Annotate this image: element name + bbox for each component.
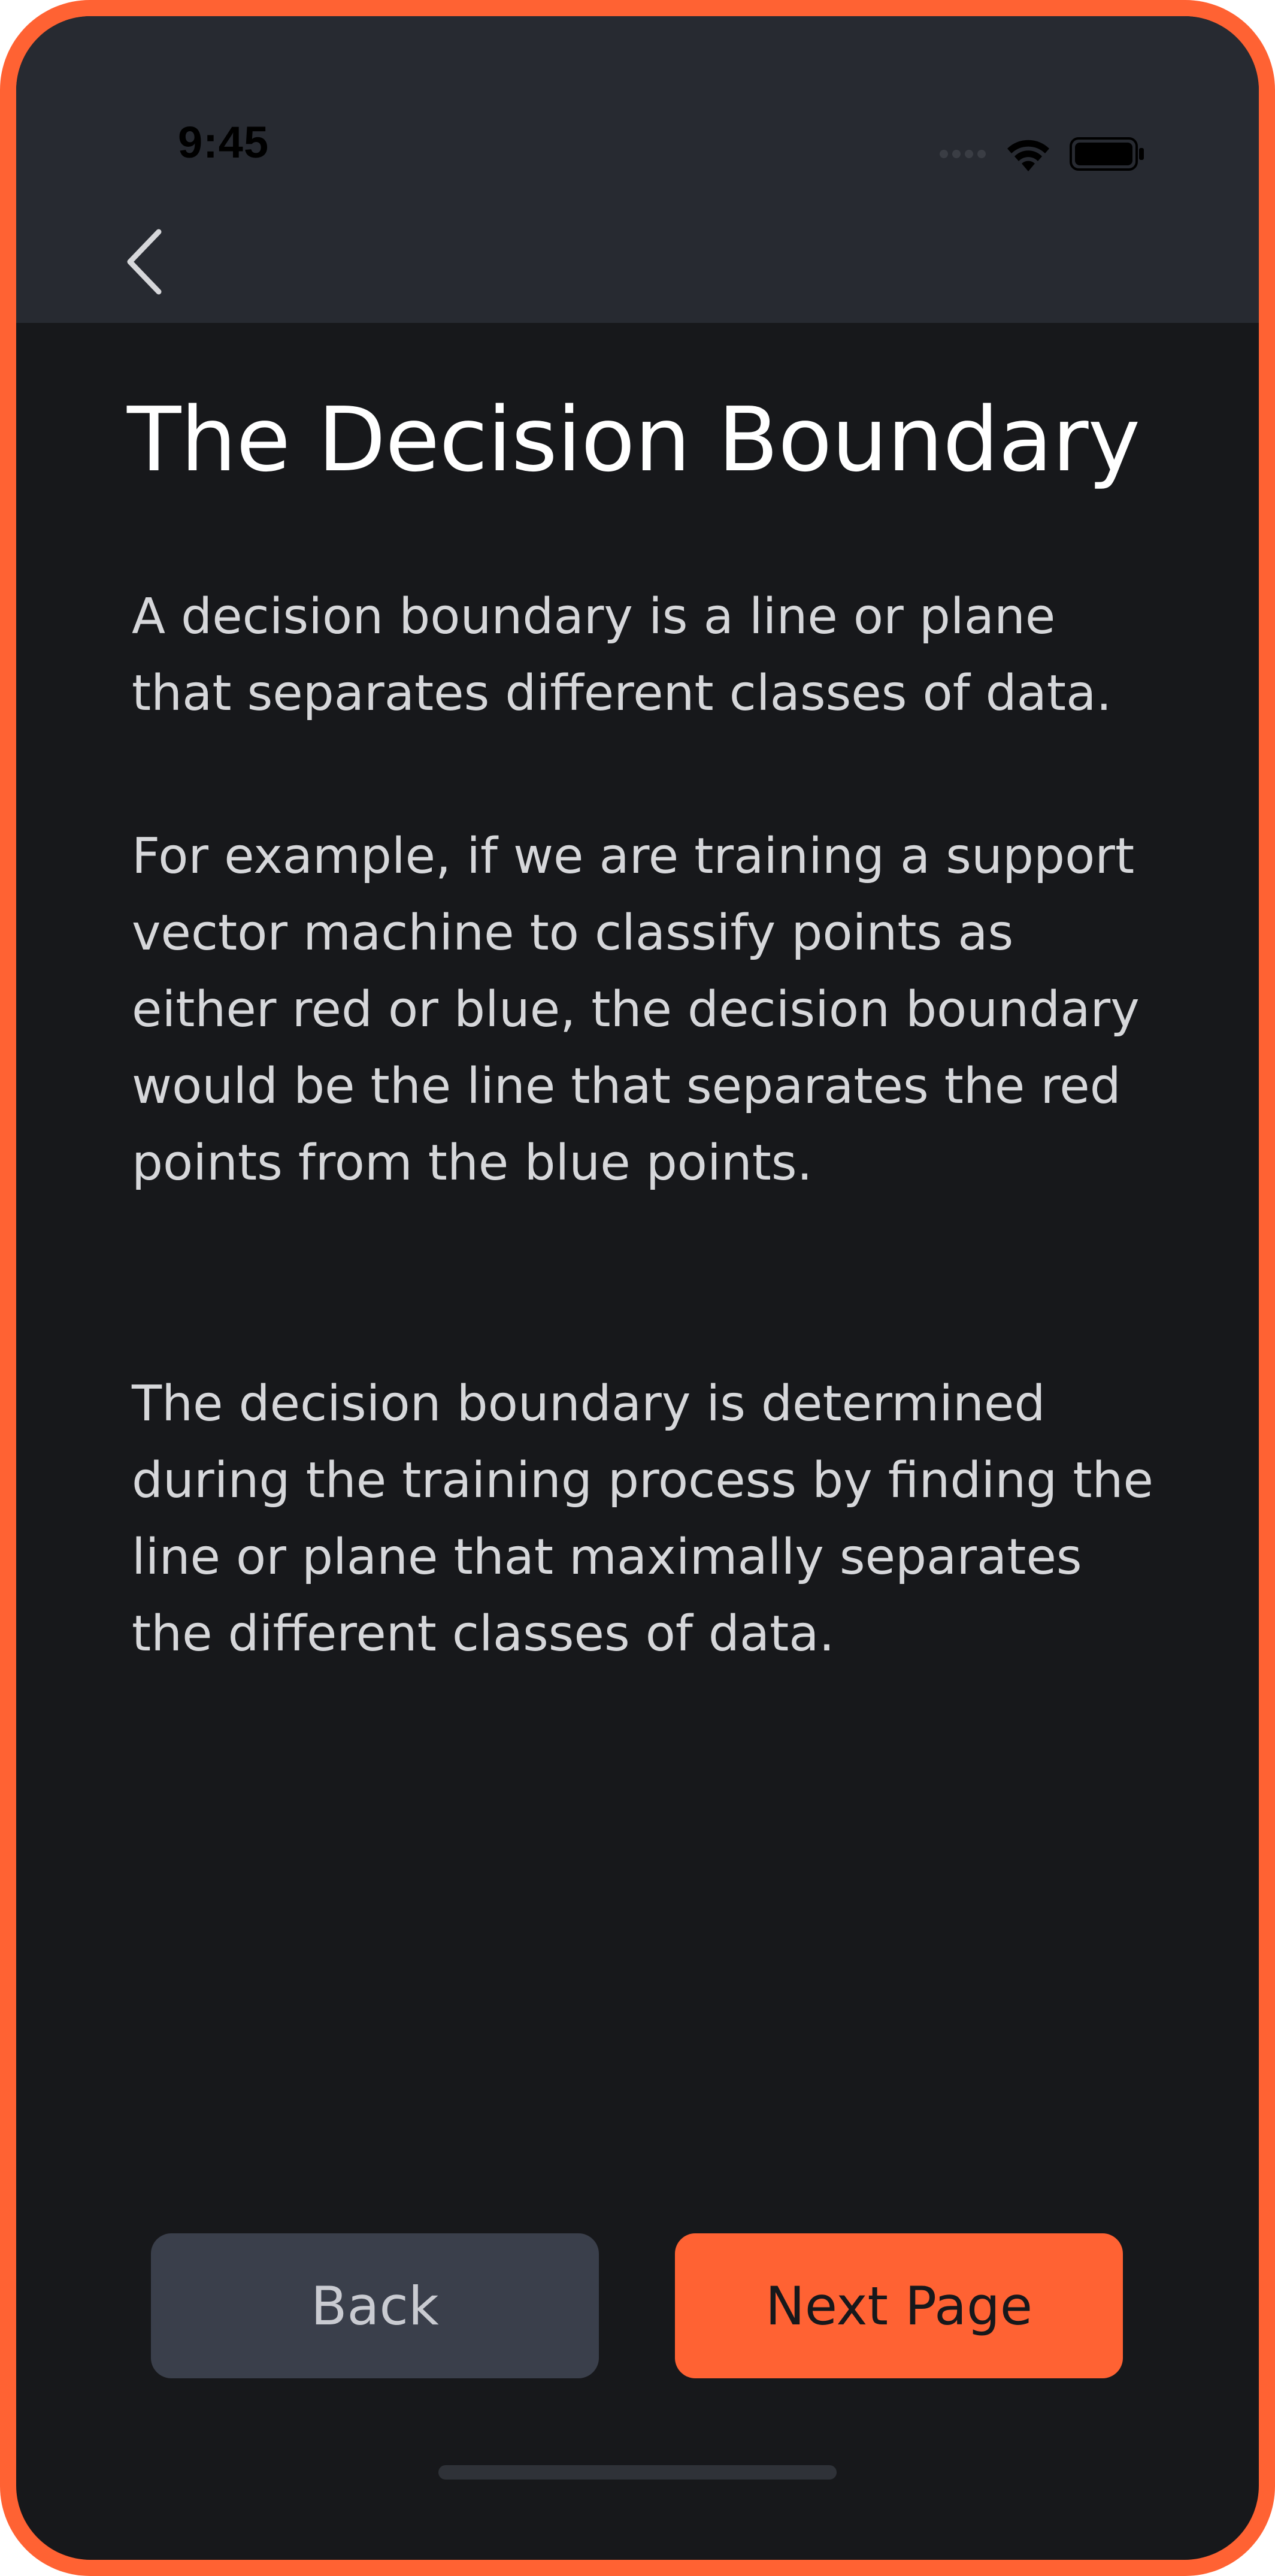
navigation-bar: 9:45 — [16, 16, 1259, 323]
wifi-icon — [1007, 140, 1049, 171]
page-title: The Decision Boundary — [127, 388, 1140, 491]
next-page-button[interactable]: Next Page — [675, 2233, 1123, 2378]
app-screen: 9:45 The Decision Boundary A decision bo… — [16, 16, 1259, 2560]
back-button[interactable]: Back — [151, 2233, 599, 2378]
home-indicator — [438, 2465, 837, 2480]
status-icons — [939, 136, 1145, 172]
status-time: 9:45 — [178, 117, 269, 167]
battery-icon — [1070, 137, 1144, 171]
paragraph-training: The decision boundary is determined duri… — [132, 1375, 1153, 1662]
paragraph-definition: A decision boundary is a line or plane t… — [132, 588, 1112, 722]
paragraph-example: For example, if we are training a suppor… — [132, 828, 1140, 1192]
chevron-left-icon[interactable] — [112, 220, 172, 304]
signal-dots-icon — [940, 150, 986, 158]
device-frame: 9:45 The Decision Boundary A decision bo… — [0, 0, 1275, 2576]
